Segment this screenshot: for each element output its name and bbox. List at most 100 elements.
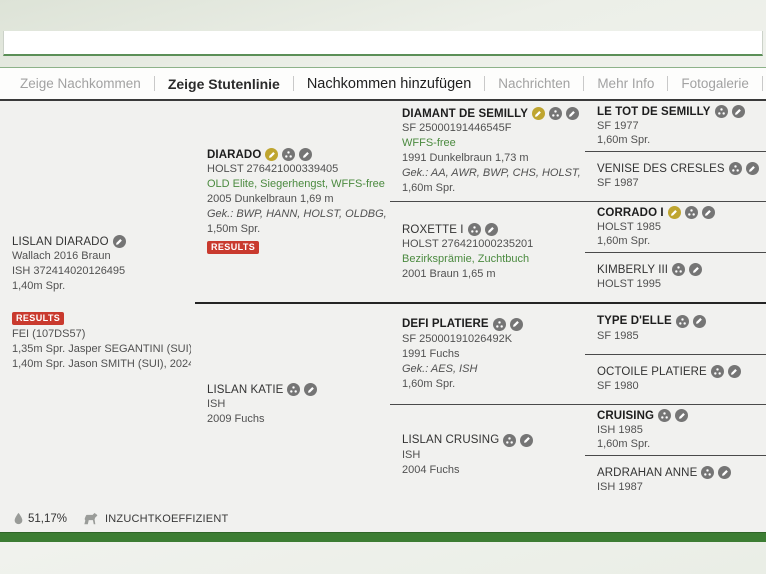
edit-pencil-icon[interactable] [718,466,731,479]
horse-name-cruising[interactable]: CRUISING [597,410,654,422]
horse-detail-line: ISH 1985 [597,423,762,437]
horse-detail-line: 2005 Dunkelbraun 1,69 m [207,192,386,207]
edit-pencil-icon[interactable] [485,223,498,236]
horse-icon [82,512,99,525]
horse-name-diarado[interactable]: DIARADO [207,149,261,161]
horse-name-lislan-diarado[interactable]: LISLAN DIARADO [12,236,109,248]
horse-detail-line: 1,40m Spr. [12,279,191,294]
offspring-icon[interactable] [468,223,481,236]
tab-fotogalerie[interactable]: Fotogalerie [668,76,762,91]
edit-pencil-icon[interactable] [689,263,702,276]
offspring-icon[interactable] [503,434,516,447]
offspring-icon[interactable] [282,148,295,161]
pedigree-cell-lislan-diarado: LISLAN DIARADOWallach 2016 BraunISH 3724… [0,101,195,505]
horse-name-row: DIARADO [207,148,386,161]
horse-name-row: OCTOILE PLATIERE [597,365,762,378]
horse-detail-line: ISH 372414020126495 [12,264,191,279]
tab-mehr-info[interactable]: Mehr Info [584,76,667,91]
horse-detail-line: SF 25000191026492K [402,332,581,347]
offspring-icon[interactable] [701,466,714,479]
horse-name-row: VENISE DES CRESLES [597,162,762,175]
horse-detail-line: 1,60m Spr. [597,133,762,147]
offspring-icon[interactable] [672,263,685,276]
offspring-icon[interactable] [729,162,742,175]
edit-pencil-icon[interactable] [299,148,312,161]
tab-nachrichten[interactable]: Nachrichten [485,76,583,91]
premium-edit-pencil-icon[interactable] [668,206,681,219]
edit-pencil-icon[interactable] [732,105,745,118]
edit-pencil-icon[interactable] [746,162,759,175]
horse-name-lislan-katie[interactable]: LISLAN KATIE [207,384,283,396]
horse-name-row: LISLAN DIARADO [12,235,191,248]
pedigree-cell-le-tot-de-semilly: LE TOT DE SEMILLYSF 19771,60m Spr. [585,101,766,152]
edit-pencil-icon[interactable] [702,206,715,219]
premium-edit-pencil-icon[interactable] [532,107,545,120]
horse-name-defi-platiere[interactable]: DEFI PLATIERE [402,318,489,330]
offspring-icon[interactable] [658,409,671,422]
tab-nachkommen-hinzuf-gen[interactable]: Nachkommen hinzufügen [294,76,484,92]
horse-detail-line: SF 25000191446545F [402,121,581,136]
edit-pencil-icon[interactable] [566,107,579,120]
inbreeding-coefficient-row: 51,17% INZUCHTKOEFFIZIENT [0,505,766,532]
horse-name-octoile-platiere[interactable]: OCTOILE PLATIERE [597,366,707,378]
tab-bar: Zeige NachkommenZeige StutenlinieNachkom… [0,67,766,101]
offspring-icon[interactable] [493,318,506,331]
horse-name-ardrahan-anne[interactable]: ARDRAHAN ANNE [597,467,697,479]
offspring-icon[interactable] [685,206,698,219]
horse-detail-line: 1,60m Spr. [597,437,762,451]
results-badge[interactable]: RESULTS [207,241,259,254]
tab-zeige-nachkommen[interactable]: Zeige Nachkommen [7,76,154,91]
horse-detail-line: SF 1980 [597,379,762,394]
horse-name-row: CRUISING [597,409,762,422]
horse-name-kimberly-iii[interactable]: KIMBERLY III [597,264,668,276]
horse-name-diamant-de-semilly[interactable]: DIAMANT DE SEMILLY [402,108,528,120]
offspring-icon[interactable] [287,383,300,396]
top-input-box[interactable] [3,31,763,56]
horse-detail-line: SF 1985 [597,329,762,344]
pedigree-gen3-column: DIAMANT DE SEMILLYSF 25000191446545FWFFS… [390,101,585,505]
results-badge[interactable]: RESULTS [12,312,64,325]
edit-pencil-icon[interactable] [675,409,688,422]
horse-name-row: DIAMANT DE SEMILLY [402,107,581,120]
horse-detail-line: 1,60m Spr. [402,377,581,392]
horse-name-type-d-elle[interactable]: TYPE D'ELLE [597,315,672,327]
horse-name-row: DEFI PLATIERE [402,318,581,331]
offspring-icon[interactable] [715,105,728,118]
offspring-icon[interactable] [676,315,689,328]
horse-name-venise-des-cresles[interactable]: VENISE DES CRESLES [597,163,725,175]
edit-pencil-icon[interactable] [728,365,741,378]
horse-name-row: TYPE D'ELLE [597,315,762,328]
pedigree-cell-defi-platiere: DEFI PLATIERESF 25000191026492K1991 Fuch… [390,304,585,405]
edit-pencil-icon[interactable] [304,383,317,396]
offspring-icon[interactable] [711,365,724,378]
pedigree-cell-octoile-platiere: OCTOILE PLATIERESF 1980 [585,355,766,406]
edit-pencil-icon[interactable] [510,318,523,331]
horse-name-le-tot-de-semilly[interactable]: LE TOT DE SEMILLY [597,106,711,118]
horse-detail-line: HOLST 276421000235201 [402,237,581,252]
horse-name-roxette-i[interactable]: ROXETTE I [402,224,464,236]
pedigree-cell-corrado-i: CORRADO IHOLST 19851,60m Spr. [585,202,766,253]
pedigree-cell-kimberly-iii: KIMBERLY IIIHOLST 1995 [585,253,766,305]
horse-detail-line: ISH 1987 [597,480,762,495]
pedigree-cell-roxette-i: ROXETTE IHOLST 276421000235201Bezirksprä… [390,202,585,304]
tab-zeige-stutenlinie[interactable]: Zeige Stutenlinie [155,76,293,92]
horse-name-row: ROXETTE I [402,223,581,236]
horse-detail-line: HOLST 276421000339405 [207,162,386,177]
edit-pencil-icon[interactable] [520,434,533,447]
spacer [12,294,191,308]
horse-detail-line: HOLST 1985 [597,220,762,234]
edit-pencil-icon[interactable] [113,235,126,248]
pedigree-cell-lislan-crusing: LISLAN CRUSINGISH2004 Fuchs [390,405,585,505]
edit-pencil-icon[interactable] [693,315,706,328]
premium-edit-pencil-icon[interactable] [265,148,278,161]
offspring-icon[interactable] [549,107,562,120]
horse-name-row: KIMBERLY III [597,263,762,276]
horse-detail-line: 1,60m Spr. [402,181,581,196]
horse-name-row: ARDRAHAN ANNE [597,466,762,479]
horse-name-row: CORRADO I [597,206,762,219]
horse-detail-line: ISH [402,448,581,463]
horse-name-corrado-i[interactable]: CORRADO I [597,207,664,219]
horse-detail-line: 1991 Dunkelbraun 1,73 m [402,151,581,166]
horse-name-row: LISLAN CRUSING [402,434,581,447]
horse-name-lislan-crusing[interactable]: LISLAN CRUSING [402,434,499,446]
